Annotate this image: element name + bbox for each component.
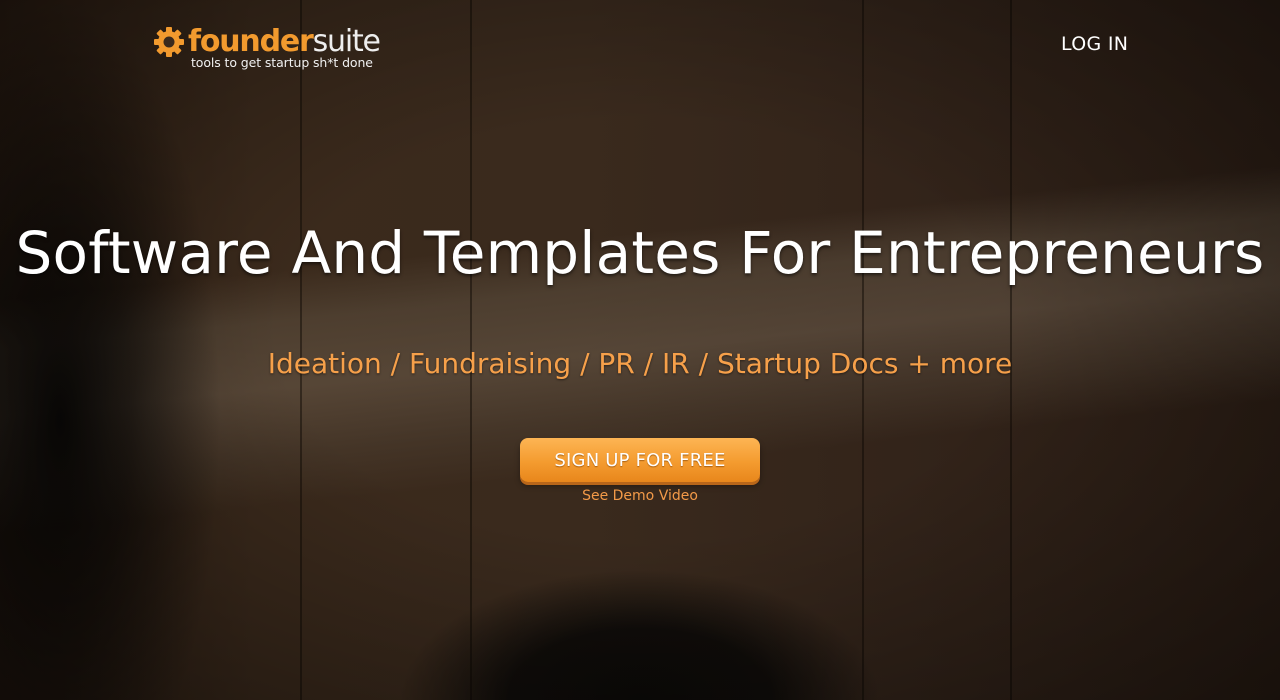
signup-button[interactable]: SIGN UP FOR FREE: [520, 438, 760, 482]
login-link[interactable]: LOG IN: [1061, 33, 1128, 55]
foundersuite-logo[interactable]: foundersuite tools to get startup sh*t d…: [153, 24, 393, 74]
logo-word-founder: founder: [188, 24, 314, 59]
logo-word-suite: suite: [312, 24, 381, 59]
hero-subtitle: Ideation / Fundraising / PR / IR / Start…: [267, 347, 1013, 380]
hero-title: Software And Templates For Entrepreneurs: [15, 219, 1265, 287]
gear-icon: [153, 26, 185, 58]
logo-tagline: tools to get startup sh*t done: [191, 55, 373, 70]
site-header: foundersuite tools to get startup sh*t d…: [0, 0, 1280, 90]
demo-video-link[interactable]: See Demo Video: [0, 487, 1280, 505]
